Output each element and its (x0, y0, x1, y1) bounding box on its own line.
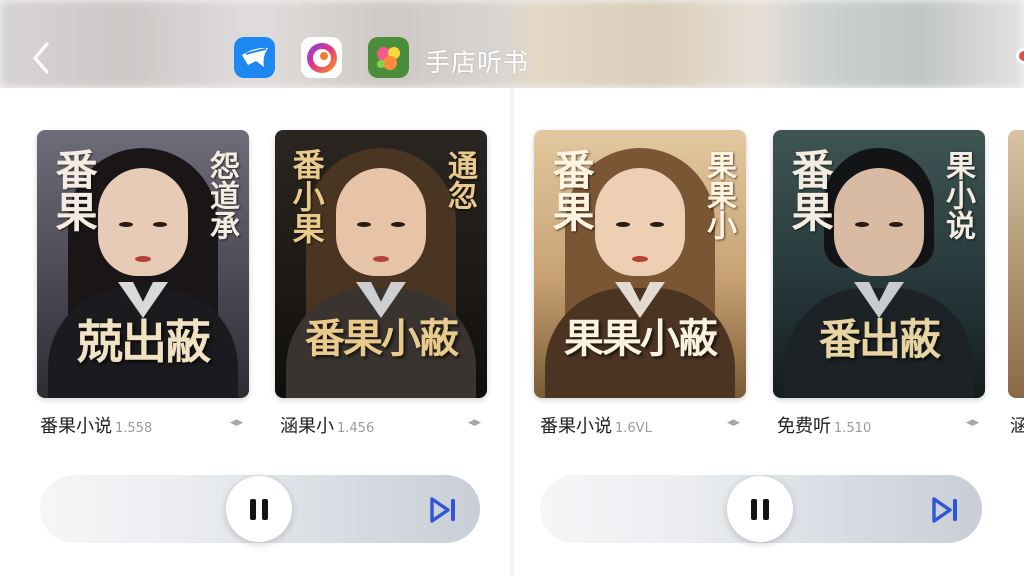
cover-side-text: 番果 (49, 148, 99, 232)
flower-game-app-icon[interactable] (368, 37, 409, 78)
paper-plane-app-icon[interactable] (234, 37, 275, 78)
listen-count: 1.558 (115, 421, 153, 436)
cover-side-text: 番果 (546, 148, 596, 232)
listen-count: 1.510 (834, 421, 872, 436)
top-bar: 手店听书 (0, 0, 1024, 88)
book-caption-3[interactable]: 番果小说 1.6VL (540, 412, 652, 437)
cover-title-art: 兢出蔽 (77, 315, 211, 369)
cover-side-text-right: 通忽 (442, 150, 477, 210)
book-caption-peek[interactable]: 涵 (1010, 412, 1024, 438)
book-title: 番果小说 (40, 416, 112, 437)
back-button[interactable] (26, 38, 56, 78)
book-caption-2[interactable]: 涵果小 1.456 (280, 412, 375, 437)
listen-count: 1.6VL (615, 421, 652, 436)
book-cover-peek[interactable] (1008, 130, 1024, 398)
cover-side-text-right: 怨道承 (204, 150, 239, 240)
audio-wave-icon: ◂▸ (468, 415, 482, 430)
cover-title-art: 番出蔽 (818, 315, 941, 364)
audio-wave-icon: ◂▸ (230, 415, 244, 430)
cover-side-text: 番果 (785, 148, 835, 232)
camera-ring-app-icon[interactable] (301, 37, 342, 78)
cover-side-text-right: 果小说 (940, 150, 975, 240)
book-caption-4[interactable]: 免费听 1.510 (777, 412, 872, 437)
book-cover-4[interactable]: 番果 果小说 番出蔽 (773, 130, 985, 398)
app-title: 手店听书 (425, 48, 530, 77)
cover-title-art: 果果小蔽 (564, 315, 718, 362)
next-track-button[interactable] (930, 494, 962, 526)
pause-icon (250, 498, 268, 520)
book-title: 番果小说 (540, 416, 612, 437)
listen-count: 1.456 (337, 421, 375, 436)
audio-wave-icon: ◂▸ (966, 415, 980, 430)
audio-wave-icon: ◂▸ (727, 415, 741, 430)
skip-next-icon (932, 497, 957, 523)
pause-icon (751, 498, 769, 520)
book-cover-2[interactable]: 番小果 通忽 番果小蔽 (275, 130, 487, 398)
cover-title-art: 番果小蔽 (305, 315, 459, 362)
skip-next-icon (430, 497, 455, 523)
cover-side-text: 番小果 (287, 148, 326, 244)
book-title: 涵果小 (280, 416, 334, 437)
next-track-button[interactable] (428, 494, 460, 526)
book-caption-1[interactable]: 番果小说 1.558 (40, 412, 153, 437)
book-cover-1[interactable]: 番果 怨道承 兢出蔽 (37, 130, 249, 398)
pause-button[interactable] (226, 476, 292, 542)
pause-button[interactable] (727, 476, 793, 542)
cover-side-text-right: 果果小 (701, 150, 736, 240)
book-cover-3[interactable]: 番果 果果小 果果小蔽 (534, 130, 746, 398)
chevron-left-icon (33, 42, 49, 74)
book-title: 免费听 (777, 416, 831, 437)
